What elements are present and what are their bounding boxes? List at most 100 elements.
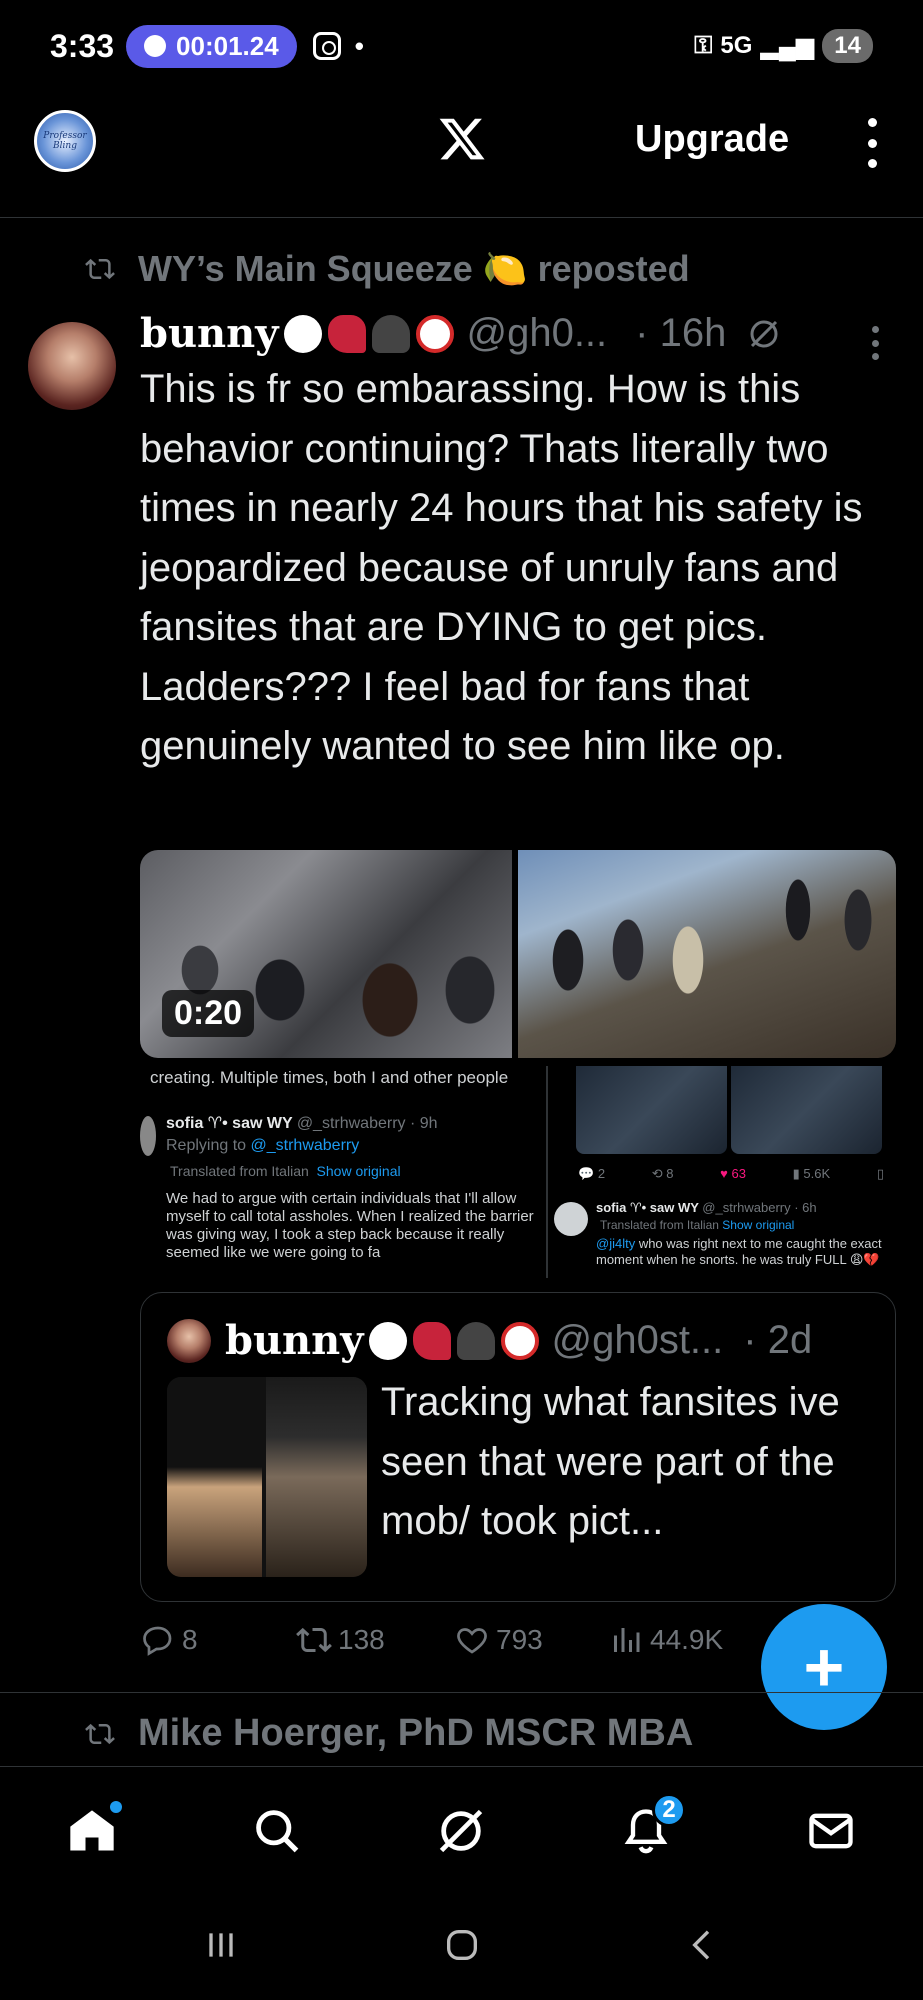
recording-timer[interactable]: 00:01.24 bbox=[126, 24, 297, 68]
quoted-post-card[interactable]: bunny @gh0st... · 2d Tracking what fansi… bbox=[140, 1292, 896, 1602]
next-repost-label: Mike Hoerger, PhD MSCR MBA bbox=[138, 1712, 694, 1754]
heart-icon bbox=[457, 1628, 487, 1654]
recent-apps-button[interactable] bbox=[201, 1925, 241, 1970]
like-button[interactable]: 793 bbox=[454, 1622, 608, 1658]
screenshot-right-panel: 💬 2 ⟲ 8 ♥ 63 ▮ 5.6K ▯ sofia ♈︎• saw WY @… bbox=[548, 1066, 896, 1278]
video-thumbnail[interactable]: 0:20 bbox=[140, 850, 512, 1058]
key-icon: ⚿ bbox=[694, 32, 713, 59]
instagram-icon bbox=[312, 32, 341, 60]
author-name[interactable]: bunny bbox=[140, 310, 278, 357]
quoted-author-handle: @gh0st... bbox=[551, 1318, 724, 1362]
screenshot-reply-body: We had to argue with certain individuals… bbox=[166, 1190, 534, 1261]
grok-icon[interactable] bbox=[746, 316, 782, 352]
next-post-repost-indicator[interactable]: Mike Hoerger, PhD MSCR MBA bbox=[80, 1712, 693, 1755]
battery-level: 14 bbox=[822, 29, 873, 63]
screenshot-view-count: ▮ 5.6K bbox=[792, 1166, 831, 1181]
author-handle[interactable]: @gh0... bbox=[466, 311, 607, 356]
nav-search[interactable] bbox=[245, 1799, 309, 1863]
notification-dot-icon: • bbox=[354, 30, 364, 61]
mail-icon bbox=[809, 1813, 853, 1848]
status-bar: 3:33 00:01.24 • ⚿ 5G ▂▄▆ 14 bbox=[0, 0, 923, 92]
repost-button[interactable]: 138 bbox=[296, 1622, 454, 1658]
timer-value: 00:01.24 bbox=[176, 30, 279, 61]
spade-emoji-icon bbox=[457, 1321, 496, 1360]
bunny-emoji-icon bbox=[369, 1321, 408, 1360]
spade-emoji-icon bbox=[372, 314, 411, 353]
stopwatch-icon bbox=[144, 35, 167, 57]
x-logo-icon[interactable] bbox=[437, 114, 487, 164]
nav-messages[interactable] bbox=[799, 1799, 863, 1863]
network-label: 5G bbox=[720, 32, 753, 59]
search-icon bbox=[256, 1809, 299, 1852]
status-right: ⚿ 5G ▂▄▆ 14 bbox=[694, 29, 873, 63]
quoted-post-thumbnail bbox=[167, 1377, 367, 1577]
like-count: 793 bbox=[496, 1624, 543, 1655]
post-media[interactable]: 0:20 bbox=[140, 850, 896, 1058]
repost-label: WY’s Main Squeeze 🍋 reposted bbox=[138, 248, 690, 289]
avatar-logo-text: Professor Bling bbox=[43, 131, 87, 151]
author-avatar[interactable] bbox=[28, 322, 116, 410]
screenshot-replying-to: Replying to @_strhwaberry bbox=[166, 1137, 360, 1154]
profile-avatar[interactable]: Professor Bling bbox=[34, 110, 96, 172]
bunny-emoji-icon bbox=[284, 314, 323, 353]
quoted-author-name: bunny bbox=[225, 1317, 364, 1364]
quoted-post-time: · 2d bbox=[743, 1318, 813, 1362]
screenshot-repost-count: ⟲ 8 bbox=[651, 1166, 674, 1181]
screenshot-quote-avatar bbox=[554, 1202, 588, 1236]
rose-emoji-icon bbox=[413, 1321, 452, 1360]
views-icon bbox=[614, 1628, 640, 1652]
screenshot-like-count: ♥ 63 bbox=[720, 1166, 746, 1181]
screenshot-bookmark-icon: ▯ bbox=[876, 1166, 884, 1181]
recent-apps-icon bbox=[208, 1932, 233, 1957]
grok-icon bbox=[440, 1809, 483, 1852]
quoted-author-avatar bbox=[167, 1318, 211, 1363]
compose-post-button[interactable]: + bbox=[761, 1604, 887, 1730]
more-options-icon[interactable] bbox=[862, 118, 882, 168]
notifications-badge: 2 bbox=[652, 1792, 687, 1827]
bottom-nav: 2 bbox=[0, 1766, 923, 1894]
back-button[interactable] bbox=[683, 1925, 723, 1970]
system-nav-bar bbox=[0, 1894, 923, 2000]
reply-icon bbox=[143, 1626, 172, 1656]
video-duration: 0:20 bbox=[162, 990, 255, 1037]
screenshot-quote-translated: Translated from Italian Show original bbox=[600, 1218, 795, 1232]
post-header: bunny @gh0... · 16h bbox=[140, 310, 782, 357]
photo-thumbnail[interactable] bbox=[518, 850, 896, 1058]
app-header: Professor Bling Upgrade bbox=[0, 92, 923, 218]
nav-home[interactable] bbox=[60, 1799, 124, 1863]
screenshot-left-panel: creating. Multiple times, both I and oth… bbox=[140, 1066, 548, 1278]
screenshot-quote-author: sofia ♈︎• saw WY @_strhwaberry · 6h bbox=[596, 1200, 817, 1215]
signal-icon: ▂▄▆ bbox=[760, 32, 815, 60]
home-system-button[interactable] bbox=[442, 1925, 482, 1970]
reply-button[interactable]: 8 bbox=[140, 1622, 296, 1658]
repost-icon bbox=[85, 258, 115, 280]
upgrade-button[interactable]: Upgrade bbox=[635, 118, 789, 161]
post-divider bbox=[0, 1692, 923, 1693]
repost-icon bbox=[296, 1627, 332, 1653]
screenshot-reply-avatar bbox=[140, 1116, 156, 1156]
post-more-icon[interactable] bbox=[872, 326, 882, 360]
nav-grok[interactable] bbox=[429, 1799, 493, 1863]
quoted-post-header: bunny @gh0st... · 2d bbox=[167, 1317, 812, 1364]
screenshot-thumbs bbox=[576, 1066, 882, 1154]
no-under-18-emoji-icon bbox=[416, 314, 455, 353]
screenshot-reply-count: 💬 2 bbox=[578, 1166, 606, 1181]
post-time[interactable]: · 16h bbox=[635, 311, 726, 356]
views-button[interactable]: 44.9K bbox=[608, 1622, 723, 1658]
back-icon bbox=[691, 1929, 709, 1960]
no-under-18-emoji-icon bbox=[501, 1321, 540, 1360]
repost-indicator[interactable]: WY’s Main Squeeze 🍋 reposted bbox=[80, 248, 690, 290]
home-icon bbox=[70, 1809, 114, 1850]
screenshot-cut-line: creating. Multiple times, both I and oth… bbox=[150, 1068, 509, 1087]
nav-notifications[interactable]: 2 bbox=[614, 1792, 687, 1863]
repost-count: 138 bbox=[338, 1624, 385, 1655]
rose-emoji-icon bbox=[328, 314, 367, 353]
repost-icon bbox=[85, 1723, 115, 1744]
screenshot-quote-body: @ji4lty who was right next to me caught … bbox=[596, 1236, 882, 1267]
views-count: 44.9K bbox=[650, 1624, 724, 1655]
screenshot-reply-author: sofia ♈︎• saw WY @_strhwaberry · 9h bbox=[166, 1115, 438, 1132]
screenshot-stats: 💬 2 ⟲ 8 ♥ 63 ▮ 5.6K ▯ bbox=[578, 1166, 884, 1182]
screenshot-collage-image[interactable]: creating. Multiple times, both I and oth… bbox=[140, 1066, 896, 1278]
post-text: This is fr so embarassing. How is this b… bbox=[140, 367, 863, 768]
reply-count: 8 bbox=[182, 1624, 198, 1655]
